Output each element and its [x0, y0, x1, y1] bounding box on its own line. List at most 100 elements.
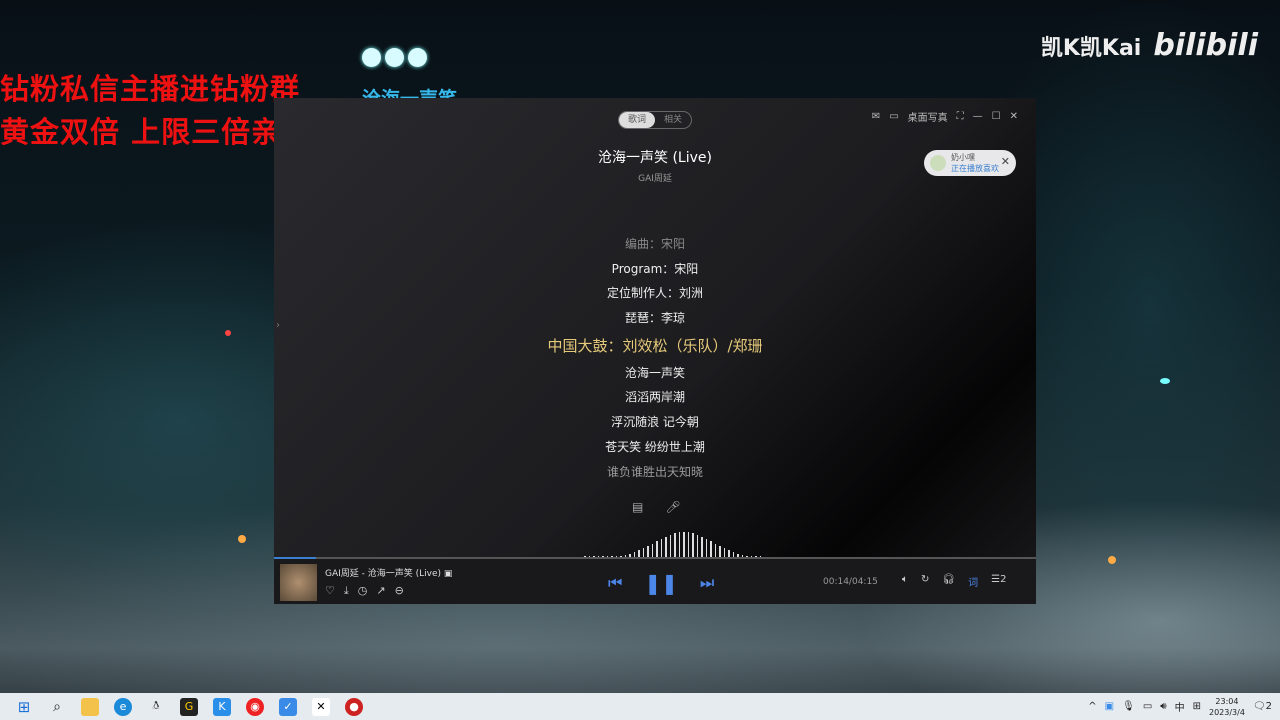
comment-icon[interactable]: ◷ [358, 584, 368, 598]
listening-notification[interactable]: 奶小嘿 正在播放喜欢 ✕ [924, 150, 1016, 176]
visualizer-bar [687, 532, 689, 558]
lyric-line[interactable]: 浮沉随浪 记今朝 [274, 410, 1036, 435]
lyrics-button[interactable]: 词 [968, 574, 978, 589]
right-controls: 🔈︎ ↻ 🎧︎ 词 ☰2 [902, 574, 1006, 589]
lyrics-list: 编曲：宋阳 Program：宋阳 定位制作人：刘洲 琵琶：李琼 中国大鼓：刘效松（乐队）… [274, 232, 1036, 484]
notification-count: 2 [1265, 701, 1272, 712]
app-tray-icon[interactable]: ▣ [1105, 701, 1114, 712]
visualizer-bar [710, 541, 712, 558]
decor-dots [362, 48, 427, 67]
maximize-icon[interactable]: ☐ [992, 111, 1001, 122]
view-toggle[interactable]: 歌词 相关 [618, 111, 692, 129]
previous-icon[interactable]: ⏮ [608, 573, 622, 593]
album-cover[interactable] [280, 564, 317, 601]
visualizer-bar [683, 532, 685, 558]
ime-indicator[interactable]: 中 [1175, 699, 1185, 714]
keyboard-icon[interactable]: ⊞ [1193, 701, 1201, 712]
minimize-icon[interactable]: — [973, 111, 983, 122]
now-playing: GAI周延 - 沧海一声笑 (Live) ▣ [325, 566, 452, 579]
notification-icon[interactable]: 🗨︎2 [1253, 701, 1272, 712]
playback-controls: ⏮ ❚❚ ⏭ [608, 571, 714, 595]
visualizer-bar [696, 534, 698, 558]
windows-start-icon[interactable]: ⊞ [15, 698, 33, 716]
city-light [1160, 378, 1170, 384]
mv-icon[interactable]: ▣ [444, 569, 453, 579]
lyric-line[interactable]: 沧海一声笑 [274, 361, 1036, 386]
chevron-up-icon[interactable]: ^ [1088, 701, 1096, 712]
now-playing-text[interactable]: GAI周延 - 沧海一声笑 (Live) [325, 569, 441, 579]
next-icon[interactable]: ⏭ [700, 573, 714, 593]
visualizer-bar [692, 533, 694, 558]
lyric-line[interactable]: Program：宋阳 [274, 257, 1036, 282]
window-controls: ✉ ▭ 桌面写真 ⛶ — ☐ ✕ [872, 109, 1018, 124]
kugou-icon[interactable]: K [213, 697, 231, 716]
stream-overlay-line1: 钻粉私信主播进钻粉群 [0, 72, 301, 106]
film-icon[interactable]: ▤ [632, 500, 643, 514]
queue-count: 2 [1000, 574, 1007, 585]
app-g-icon[interactable]: G [180, 697, 198, 716]
tab-lyrics[interactable]: 歌词 [619, 112, 655, 128]
audio-visualizer [584, 530, 761, 558]
microphone-icon[interactable]: 🎙︎ [1122, 701, 1135, 712]
loop-icon[interactable]: ↻ [921, 574, 929, 589]
desktop-photo-button[interactable]: 桌面写真 [908, 109, 948, 124]
lyric-line[interactable]: 中国大鼓：刘效松（乐队）/郑珊 [274, 331, 1036, 361]
lyric-line[interactable]: 谁负谁胜出天知晓 [274, 460, 1036, 485]
lyric-line[interactable]: 定位制作人：刘洲 [274, 281, 1036, 306]
pause-icon[interactable]: ❚❚ [644, 571, 678, 595]
edge-icon[interactable]: e [114, 697, 132, 716]
city-light [225, 330, 231, 336]
city-light [238, 535, 246, 543]
visualizer-bar [701, 536, 703, 558]
close-icon[interactable]: ✕ [1010, 111, 1018, 122]
taskbar: ⊞ ⌕ e 🐧︎ G K ◉ ✓ ✕ ● ^ ▣ 🎙︎ ▭ 🔊︎ 中 ⊞ 23:… [0, 693, 1280, 720]
search-icon[interactable]: ⌕ [48, 698, 66, 716]
file-explorer-icon[interactable] [81, 697, 99, 716]
netease-music-icon[interactable]: ◉ [246, 697, 264, 716]
headphones-icon[interactable]: 🎧︎ [942, 574, 955, 589]
song-artist[interactable]: GAI周延 [274, 171, 1036, 184]
visualizer-bar [660, 538, 662, 558]
capcut-icon[interactable]: ✕ [312, 697, 330, 716]
clock-time: 23:04 [1215, 696, 1239, 706]
visualizer-bar [714, 543, 716, 558]
network-icon[interactable]: ▭ [1143, 701, 1152, 712]
more-icon[interactable]: ⊖ [395, 584, 404, 598]
heart-icon[interactable]: ♡ [325, 584, 335, 598]
close-icon[interactable]: ✕ [1001, 155, 1010, 168]
mail-icon[interactable]: ✉ [872, 111, 880, 122]
visualizer-bar [678, 532, 680, 558]
lyric-line[interactable]: 编曲：宋阳 [274, 232, 1036, 257]
lyric-tools: ▤ 🎤︎ [632, 500, 681, 514]
visualizer-bar [651, 543, 653, 558]
lyric-line[interactable]: 滔滔两岸潮 [274, 385, 1036, 410]
system-tray: ^ ▣ 🎙︎ ▭ 🔊︎ 中 ⊞ 23:04 2023/3/4 🗨︎2 [1088, 693, 1272, 720]
volume-icon[interactable]: 🔈︎ [902, 574, 908, 589]
playlist-icon[interactable]: ☰2 [991, 574, 1006, 589]
visualizer-bar [656, 541, 658, 558]
tab-related[interactable]: 相关 [655, 112, 691, 128]
volume-icon[interactable]: 🔊︎ [1160, 701, 1166, 712]
download-icon[interactable]: ⤓ [344, 584, 349, 598]
avatar [930, 155, 946, 171]
microphone-icon[interactable]: 🎤︎ [665, 500, 680, 514]
visualizer-bar [665, 536, 667, 558]
share-icon[interactable]: ↗ [376, 584, 385, 598]
playback-time: 00:14/04:15 [823, 577, 878, 587]
friend-status[interactable]: 正在播放喜欢 [951, 163, 999, 174]
visualizer-bar [674, 533, 676, 558]
app-bird-icon[interactable]: ✓ [279, 697, 297, 716]
playback-bar: GAI周延 - 沧海一声笑 (Live) ▣ ♡ ⤓ ◷ ↗ ⊖ ⏮ ❚❚ ⏭ … [274, 559, 1036, 604]
desktop-icon[interactable]: ▭ [889, 111, 898, 122]
friend-name: 奶小嘿 [951, 153, 975, 162]
lyric-line[interactable]: 苍天笑 纷纷世上潮 [274, 435, 1036, 460]
clock[interactable]: 23:04 2023/3/4 [1209, 696, 1245, 718]
song-actions: ♡ ⤓ ◷ ↗ ⊖ [325, 584, 404, 598]
fullscreen-icon[interactable]: ⛶ [957, 111, 964, 122]
qq-icon[interactable]: 🐧︎ [147, 698, 165, 716]
clock-date: 2023/3/4 [1208, 707, 1245, 717]
lyric-line[interactable]: 琵琶：李琼 [274, 306, 1036, 331]
app-red-icon[interactable]: ● [345, 697, 363, 716]
bilibili-logo: bilibili [1153, 28, 1258, 63]
song-title: 沧海一声笑 (Live) [598, 150, 712, 166]
